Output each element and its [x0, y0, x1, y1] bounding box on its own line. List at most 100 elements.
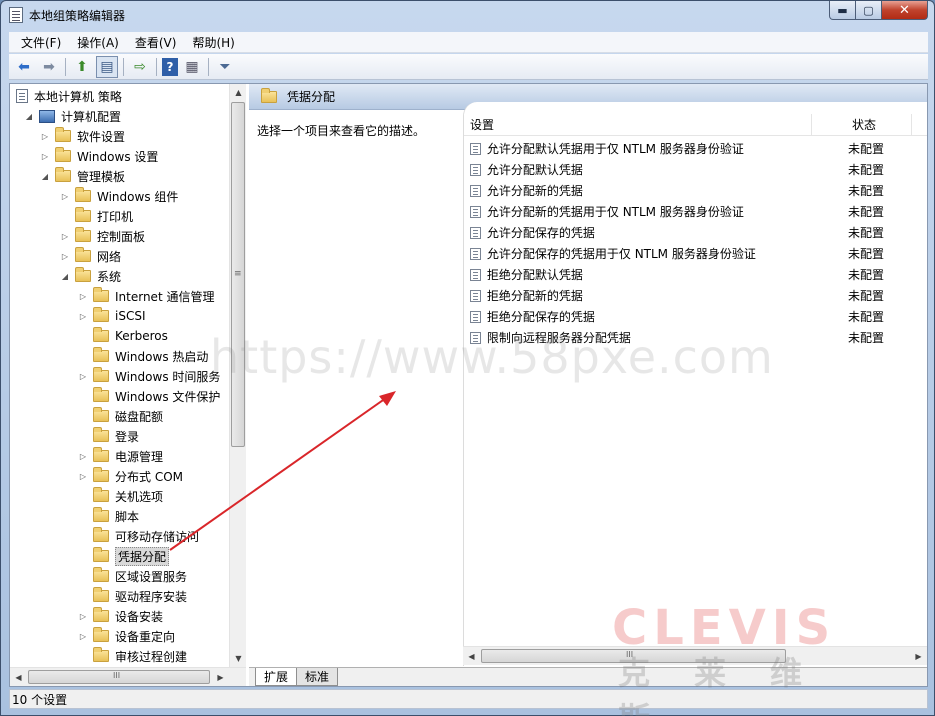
expand-arrow-icon[interactable]: ▷	[78, 632, 88, 641]
scroll-left-icon[interactable]: ◀	[10, 668, 27, 686]
scroll-up-icon[interactable]: ▲	[230, 84, 247, 101]
expand-arrow-icon[interactable]: ▷	[40, 132, 50, 141]
list-item[interactable]: 允许分配默认凭据用于仅 NTLM 服务器身份验证 未配置	[464, 138, 927, 159]
expand-arrow-icon[interactable]: ▷	[40, 152, 50, 161]
setting-state: 未配置	[848, 163, 885, 177]
expand-arrow-icon[interactable]: ▷	[60, 192, 70, 201]
tree-item[interactable]: 登录	[78, 426, 139, 446]
menu-view[interactable]: 查看(V)	[127, 34, 185, 51]
tree-item[interactable]: 凭据分配	[78, 546, 170, 566]
collapse-arrow-icon[interactable]: ◢	[24, 112, 34, 121]
scroll-left-icon[interactable]: ◀	[463, 647, 480, 665]
export-list-icon[interactable]: ⇨	[129, 56, 151, 78]
tree-item[interactable]: ◢ 系统	[60, 266, 121, 286]
maximize-button[interactable]: ▢	[856, 1, 882, 20]
list-item[interactable]: 拒绝分配保存的凭据 未配置	[464, 306, 927, 327]
tree-item[interactable]: 区域设置服务	[78, 566, 187, 586]
expand-arrow-icon[interactable]: ▷	[60, 232, 70, 241]
tree-item[interactable]: ▷ Windows 组件	[60, 186, 178, 206]
expand-arrow-icon[interactable]: ▷	[78, 612, 88, 621]
details-pane: 凭据分配 选择一个项目来查看它的描述。 设置 状态 允许分配默认凭据用于仅 NT…	[249, 84, 927, 686]
list-item[interactable]: 限制向远程服务器分配凭据 未配置	[464, 327, 927, 348]
column-setting[interactable]: 设置	[464, 113, 812, 136]
expand-arrow-icon[interactable]: ▷	[78, 372, 88, 381]
help-icon[interactable]: ?	[162, 57, 178, 76]
setting-name: 允许分配保存的凭据用于仅 NTLM 服务器身份验证	[486, 247, 756, 261]
tab-extended[interactable]: 扩展	[255, 668, 298, 686]
folder-icon	[75, 207, 91, 222]
tree-item[interactable]: ▷ 控制面板	[60, 226, 145, 246]
tree-item[interactable]: 驱动程序安装	[78, 586, 187, 606]
tree-vertical-scrollbar[interactable]: ▲ ≡ ▼	[229, 84, 246, 667]
scroll-down-icon[interactable]: ▼	[230, 650, 247, 667]
tree-item[interactable]: ▷ iSCSI	[78, 306, 146, 326]
list-horizontal-scrollbar[interactable]: ◀ III ▶	[463, 646, 927, 665]
collapse-arrow-icon[interactable]: ◢	[60, 272, 70, 281]
scroll-thumb[interactable]: ≡	[231, 102, 245, 447]
list-item[interactable]: 允许分配默认凭据 未配置	[464, 159, 927, 180]
tree-item-label: 网络	[97, 249, 122, 264]
title-bar[interactable]: 本地组策略编辑器 ▬ ▢ ✕	[1, 1, 934, 29]
policy-setting-icon	[470, 247, 481, 260]
list-item[interactable]: 允许分配新的凭据 未配置	[464, 180, 927, 201]
tree-item[interactable]: ▷ Windows 时间服务	[78, 366, 220, 386]
expand-arrow-icon[interactable]: ▷	[60, 252, 70, 261]
properties-icon[interactable]: ▦	[181, 56, 203, 78]
up-folder-icon[interactable]: ⬆	[71, 56, 93, 78]
tree-item[interactable]: ▷ 设备安装	[78, 606, 163, 626]
expand-arrow-icon[interactable]: ▷	[78, 312, 88, 321]
tree-item[interactable]: ▷ 电源管理	[78, 446, 163, 466]
forward-arrow-icon[interactable]: ➡	[38, 56, 60, 78]
expand-arrow-icon[interactable]: ▷	[78, 472, 88, 481]
menu-file[interactable]: 文件(F)	[13, 34, 69, 51]
column-status[interactable]: 状态	[812, 113, 912, 136]
setting-state: 未配置	[848, 142, 885, 156]
tree-item[interactable]: ◢ 管理模板	[40, 166, 125, 186]
scroll-right-icon[interactable]: ▶	[212, 668, 229, 686]
menu-bar: 文件(F) 操作(A) 查看(V) 帮助(H)	[9, 32, 928, 53]
tree-horizontal-scrollbar[interactable]: ◀ III ▶	[10, 667, 246, 686]
toolbar-separator	[208, 57, 209, 76]
list-item[interactable]: 允许分配新的凭据用于仅 NTLM 服务器身份验证 未配置	[464, 201, 927, 222]
tree-item-label: 磁盘配额	[115, 409, 164, 424]
list-item[interactable]: 允许分配保存的凭据用于仅 NTLM 服务器身份验证 未配置	[464, 243, 927, 264]
tree-item[interactable]: 关机选项	[78, 486, 163, 506]
tree-item[interactable]: 磁盘配额	[78, 406, 163, 426]
tree-item[interactable]: Kerberos	[78, 326, 168, 346]
scroll-right-icon[interactable]: ▶	[910, 647, 927, 665]
tree-item[interactable]: 脚本	[78, 506, 139, 526]
tree-item[interactable]: ▷ 设备重定向	[78, 626, 175, 646]
expand-arrow-icon[interactable]: ▷	[78, 292, 88, 301]
scroll-thumb[interactable]: III	[28, 670, 210, 684]
tree-item[interactable]: 打印机	[60, 206, 133, 226]
tree-item[interactable]: Windows 文件保护	[78, 386, 220, 406]
folder-icon	[93, 407, 109, 422]
back-arrow-icon[interactable]: ⬅	[13, 56, 35, 78]
minimize-button[interactable]: ▬	[829, 1, 856, 20]
folder-icon	[55, 127, 71, 142]
tree-item[interactable]: ▷ 软件设置	[40, 126, 125, 146]
scroll-thumb[interactable]: III	[481, 649, 786, 663]
filter-icon[interactable]: ⏷	[214, 56, 236, 78]
tree-item[interactable]: 审核过程创建	[78, 646, 187, 666]
tree-item[interactable]: ◢ 计算机配置	[24, 106, 121, 126]
setting-state: 未配置	[848, 268, 885, 282]
list-item[interactable]: 拒绝分配默认凭据 未配置	[464, 264, 927, 285]
tree-item[interactable]: Windows 热启动	[78, 346, 208, 366]
list-item[interactable]: 拒绝分配新的凭据 未配置	[464, 285, 927, 306]
collapse-arrow-icon[interactable]: ◢	[40, 172, 50, 181]
tree-item[interactable]: ▷ Windows 设置	[40, 146, 158, 166]
tab-standard[interactable]: 标准	[296, 668, 339, 686]
tree-item[interactable]: 可移动存储访问	[78, 526, 199, 546]
tree-item[interactable]: ▷ Internet 通信管理	[78, 286, 214, 306]
expand-arrow-icon[interactable]: ▷	[78, 452, 88, 461]
list-item[interactable]: 允许分配保存的凭据 未配置	[464, 222, 927, 243]
menu-action[interactable]: 操作(A)	[69, 34, 127, 51]
tree-item[interactable]: 本地计算机 策略	[16, 86, 122, 106]
show-hide-tree-icon[interactable]: ▤	[96, 55, 118, 78]
tree-item[interactable]: ▷ 网络	[60, 246, 121, 266]
folder-icon	[93, 287, 109, 302]
menu-help[interactable]: 帮助(H)	[184, 34, 242, 51]
tree-item[interactable]: ▷ 分布式 COM	[78, 466, 183, 486]
close-button[interactable]: ✕	[882, 1, 928, 20]
